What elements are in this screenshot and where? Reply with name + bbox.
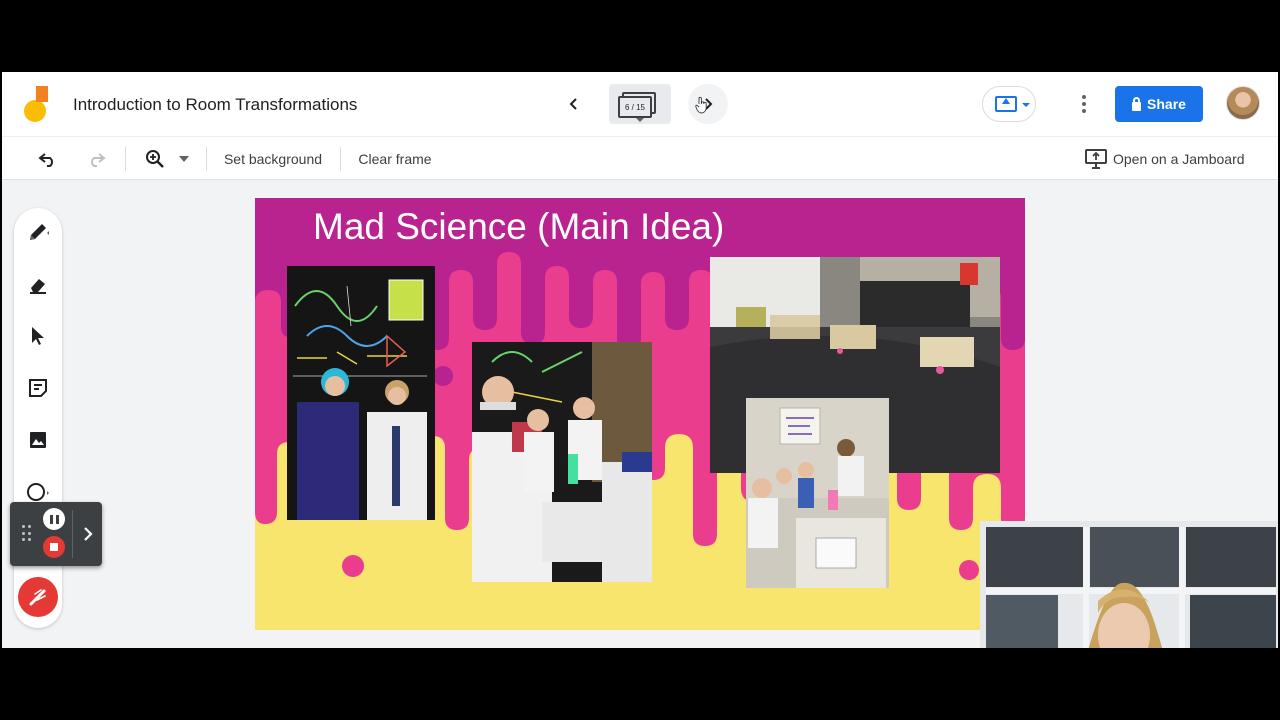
photo-scientists-costumes[interactable] bbox=[287, 266, 435, 520]
set-background-button[interactable]: Set background bbox=[216, 145, 330, 173]
lock-icon bbox=[1132, 96, 1142, 111]
recording-controls bbox=[10, 502, 102, 566]
jamboard-app: Introduction to Room Transformations 6 /… bbox=[2, 72, 1278, 648]
undo-icon bbox=[38, 153, 53, 167]
eraser-tool-button[interactable] bbox=[22, 268, 54, 300]
laser-icon bbox=[29, 589, 46, 606]
top-bar: Introduction to Room Transformations 6 /… bbox=[2, 72, 1278, 136]
stop-recording-button[interactable] bbox=[43, 536, 65, 558]
pen-icon bbox=[30, 224, 49, 240]
cast-screen-icon bbox=[1085, 149, 1107, 169]
share-button[interactable]: Share bbox=[1115, 86, 1203, 122]
chevron-right-icon bbox=[84, 527, 93, 541]
drag-handle-icon[interactable] bbox=[22, 525, 32, 543]
slide-title: Mad Science (Main Idea) bbox=[313, 206, 725, 247]
toolbar-divider bbox=[206, 147, 207, 171]
open-on-jamboard-label: Open on a Jamboard bbox=[1113, 151, 1245, 167]
pause-recording-button[interactable] bbox=[43, 508, 65, 530]
toolbar-divider bbox=[340, 147, 341, 171]
frame-bar-button[interactable]: 6 / 15 bbox=[609, 84, 671, 124]
image-icon bbox=[30, 432, 46, 448]
select-tool-button[interactable] bbox=[22, 320, 54, 352]
screen: Introduction to Room Transformations 6 /… bbox=[0, 0, 1280, 720]
more-options-button[interactable] bbox=[1072, 88, 1096, 120]
select-icon bbox=[32, 327, 44, 345]
previous-frame-button[interactable] bbox=[560, 90, 588, 118]
eraser-icon bbox=[30, 279, 46, 294]
hand-cursor-icon bbox=[695, 96, 707, 114]
photo-welcome-mad-scientists[interactable] bbox=[746, 398, 889, 588]
sticky-note-icon bbox=[29, 379, 47, 397]
recorder-divider bbox=[72, 510, 73, 558]
redo-button[interactable] bbox=[82, 145, 110, 173]
caret-down-icon bbox=[1022, 103, 1030, 107]
presenter-video bbox=[980, 521, 1278, 648]
clear-frame-button[interactable]: Clear frame bbox=[351, 145, 439, 173]
kids-experiment-image bbox=[472, 342, 652, 582]
circle-icon bbox=[27, 483, 49, 501]
sticky-note-tool-button[interactable] bbox=[22, 372, 54, 404]
pen-tool-button[interactable] bbox=[22, 216, 54, 248]
toolbar: Set background Clear frame Open on a Jam… bbox=[2, 136, 1278, 180]
jamboard-logo[interactable] bbox=[24, 86, 52, 122]
open-on-jamboard-button[interactable]: Open on a Jamboard bbox=[1085, 145, 1255, 173]
canvas-frame[interactable]: Mad Science (Main Idea) bbox=[255, 198, 1025, 630]
expand-down-icon bbox=[636, 118, 644, 122]
zoom-button[interactable] bbox=[140, 145, 170, 173]
scientists-image bbox=[287, 266, 435, 520]
document-title[interactable]: Introduction to Room Transformations bbox=[73, 95, 357, 115]
avatar[interactable] bbox=[1226, 86, 1260, 120]
photo-kids-lab-coats[interactable] bbox=[472, 342, 652, 582]
present-button[interactable] bbox=[982, 86, 1036, 122]
undo-button[interactable] bbox=[34, 145, 62, 173]
share-label: Share bbox=[1147, 96, 1186, 112]
frame-indicator: 6 / 15 bbox=[618, 96, 652, 118]
image-tool-button[interactable] bbox=[22, 424, 54, 456]
toolbar-divider bbox=[125, 147, 126, 171]
webcam-overlay bbox=[980, 521, 1278, 648]
present-arrow-icon bbox=[1002, 98, 1010, 104]
welcome-scientists-image bbox=[746, 398, 889, 588]
zoom-in-icon bbox=[146, 150, 164, 168]
expand-recorder-button[interactable] bbox=[78, 520, 98, 548]
caret-down-icon bbox=[179, 156, 189, 162]
chevron-left-icon bbox=[569, 98, 577, 110]
zoom-dropdown-button[interactable] bbox=[174, 145, 194, 173]
redo-icon bbox=[91, 153, 106, 167]
laser-tool-button[interactable] bbox=[18, 577, 58, 617]
